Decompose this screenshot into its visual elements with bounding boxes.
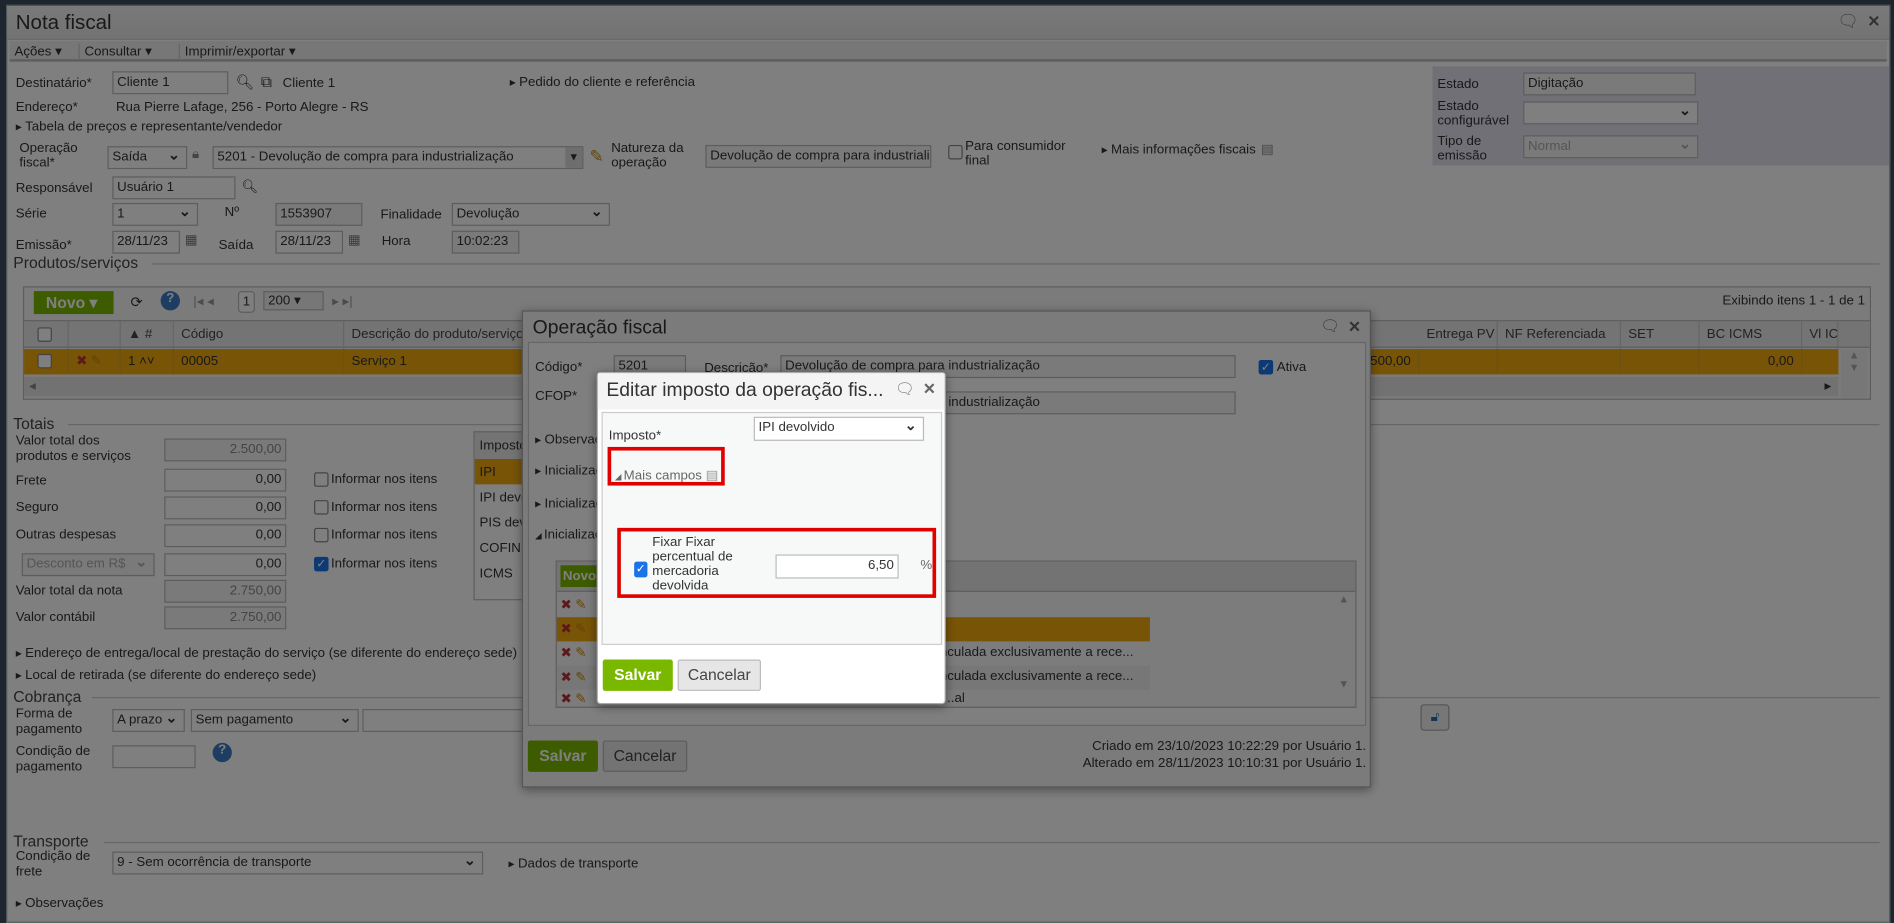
cancelar-button[interactable]: Cancelar [677,659,761,691]
annotation-highlight [617,527,937,598]
close-icon[interactable]: ✕ [923,379,936,398]
imposto-label: Imposto* [608,428,662,444]
annotation-highlight [607,446,725,486]
dialog-title-bar: Editar imposto da operação fis... 🗨 ✕ [597,373,945,410]
editar-imposto-dialog: Editar imposto da operação fis... 🗨 ✕ Im… [596,372,946,705]
dialog-title: Editar imposto da operação fis... [606,380,884,402]
comment-icon[interactable]: 🗨 [895,379,915,398]
imposto-select[interactable]: IPI devolvido [753,416,925,441]
modal-overlay [0,0,1894,923]
salvar-button[interactable]: Salvar [602,659,673,691]
